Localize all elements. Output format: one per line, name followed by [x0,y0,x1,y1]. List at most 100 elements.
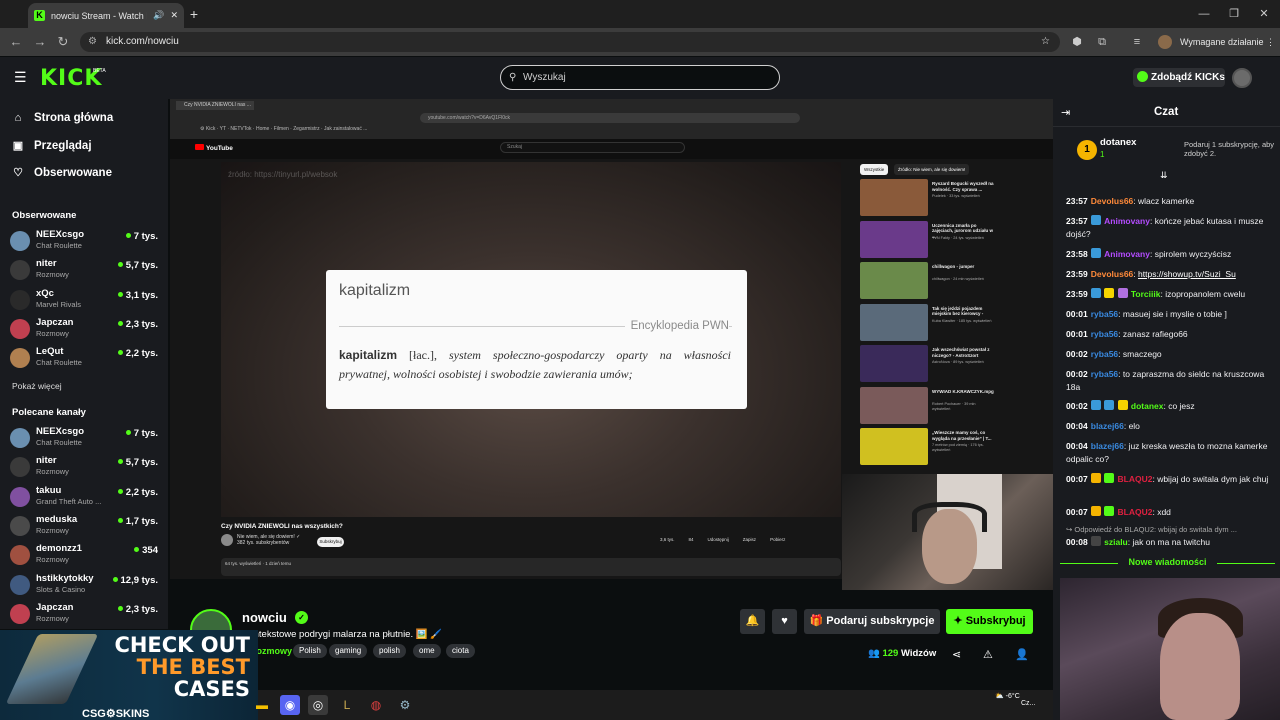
league-icon[interactable]: L [337,695,357,715]
chat-username[interactable]: ryba56 [1091,329,1118,339]
chat-username[interactable]: szialu [1104,537,1128,547]
forward-icon[interactable]: → [32,34,48,50]
file-explorer-icon[interactable]: ▬ [252,695,272,715]
chrome-icon[interactable]: ◎ [308,695,328,715]
channel-item[interactable]: niter Rozmowy 5,7 tys. [10,454,162,482]
chat-username[interactable]: BLAQU2 [1118,474,1153,484]
channel-item-viewers: 12,9 tys. [112,575,158,586]
chat-username[interactable]: ryba56 [1091,309,1118,319]
audio-icon[interactable]: 🔊 [153,10,164,21]
tag[interactable]: polish [373,644,406,658]
action-required-button[interactable]: Wymagane działanie ⋮ [1180,33,1275,51]
nav-following[interactable]: ♡ Obserwowane [12,166,112,180]
browser-tab[interactable]: K nowciu Stream - Watch Live 🔊 ✕ [28,3,184,28]
weather-tray[interactable]: ⛅ -6°C Cz... [995,692,1055,718]
channel-item-category: Rozmowy [36,328,69,338]
channel-item[interactable]: NEEXcsgo Chat Roulette 7 tys. [10,228,162,256]
channel-item-viewers: 354 [134,545,158,556]
badge-icon [1090,506,1101,516]
channel-avatar [10,289,30,310]
chat-username[interactable]: blazej66 [1091,421,1124,431]
gift-subs-button[interactable]: 🎁 Podaruj subskrypcje [804,609,940,634]
channel-item-viewers: 2,3 tys. [117,319,158,330]
channel-item[interactable]: hstikkytokky Slots & Casino 12,9 tys. [10,572,162,600]
get-kicks-button[interactable]: Zdobądź KICKs [1133,68,1225,87]
channel-item[interactable]: LeQut Chat Roulette 2,2 tys. [10,345,162,373]
channel-name[interactable]: nowciu [242,610,287,625]
channel-item[interactable]: xQc Marvel Rivals 3,1 tys. [10,287,162,315]
related-title: Jak wszechświat powstał z niczego? - Ast… [932,347,990,358]
channel-item[interactable]: NEEXcsgo Chat Roulette 7 tys. [10,425,162,453]
nav-home[interactable]: ⌂ Strona główna [12,112,114,124]
sponsor-ad[interactable]: CHECK OUT THE BEST CASES CSG⚙SKINS [0,630,258,720]
channel-item[interactable]: niter Rozmowy 5,7 tys. [10,257,162,285]
site-info-icon[interactable]: ⚙ [88,32,97,52]
new-messages-divider[interactable]: Nowe wiadomości [1060,557,1275,569]
channel-item[interactable]: demonzz1 Rozmowy 354 [10,542,162,570]
menu-icon[interactable]: ☰ [14,70,28,84]
youtube-search: Szukaj [500,142,685,153]
maximize-icon[interactable]: ❐ [1226,6,1242,22]
notification-bell-icon[interactable]: 🔔 [740,609,765,634]
channel-item[interactable]: Japczan Rozmowy 2,3 tys. [10,601,162,629]
gift-leaderboard[interactable]: 1 dotanex 1 Podaruj 1 subskrypcję, aby z… [1060,134,1280,168]
badge-icon [1104,288,1115,298]
tag[interactable]: ciota [446,644,475,658]
chat-username[interactable]: Animovany [1104,216,1150,226]
related-thumbnail [860,428,928,465]
extension-icon[interactable]: ⬢ [1069,34,1085,50]
chat-username[interactable]: Devolus66 [1091,269,1134,279]
media-controls-icon[interactable]: ≡ [1129,34,1145,50]
weather-icon: ⛅ [995,693,1006,700]
chat-username[interactable]: Torciiik [1131,289,1161,299]
chat-username[interactable]: ryba56 [1091,369,1118,379]
user-manage-icon[interactable]: 👤 [1015,648,1029,661]
chat-username[interactable]: dotanex [1131,401,1164,411]
back-icon[interactable]: ← [8,34,24,50]
channel-item-category: Rozmowy [36,555,69,565]
tag[interactable]: gaming [329,644,368,658]
new-tab-icon[interactable]: + [186,6,202,22]
chat-message: 00:08 szialu: jak on ma na twitchu [1066,536,1210,547]
report-icon[interactable]: ⚠ [983,648,993,661]
youtube-related-item: Jak wszechświat powstał z niczego? - Ast… [860,345,1000,382]
tab-close-icon[interactable]: ✕ [170,10,178,21]
chat-link[interactable]: https://showup.tv/Suzi_Su [1138,269,1236,279]
channel-avatar [10,428,30,448]
pinned-expand-icon[interactable]: ⇊ [1160,170,1168,181]
search-input[interactable]: ⚲ Wyszukaj [500,65,780,90]
follow-heart-icon[interactable]: ♥ [772,609,797,634]
extensions-puzzle-icon[interactable]: ⧉ [1094,34,1110,50]
channel-item-viewers: 2,3 tys. [117,604,158,615]
obs-icon[interactable]: ◍ [366,695,386,715]
channel-item[interactable]: Japczan Rozmowy 2,3 tys. [10,316,162,344]
chat-username[interactable]: blazej66 [1091,441,1124,451]
channel-item[interactable]: meduska Rozmowy 1,7 tys. [10,513,162,541]
close-window-icon[interactable]: ✕ [1256,6,1272,22]
nav-browse[interactable]: ▣ Przeglądaj [12,139,92,153]
weather-desc: Cz... [1021,700,1036,707]
address-bar[interactable]: ⚙ kick.com/nowciu ☆ [80,32,1060,52]
minimize-icon[interactable]: — [1196,6,1212,22]
chat-username[interactable]: BLAQU2 [1118,507,1153,517]
steam-icon[interactable]: ⚙ [395,695,415,715]
weather-temp: -6°C [1005,693,1020,700]
discord-icon[interactable]: ◉ [280,695,300,715]
collapse-chat-icon[interactable]: ⇥ [1061,106,1070,119]
user-avatar[interactable] [1232,68,1252,88]
channel-item[interactable]: takuu Grand Theft Auto ... 2,2 tys. [10,484,162,512]
subscribe-button[interactable]: ✦ Subskrybuj [946,609,1033,634]
profile-avatar[interactable] [1158,35,1172,49]
encyclopedia-term: kapitalizm [339,282,411,299]
live-dot-icon [134,547,140,553]
channel-item-category: Chat Roulette [36,358,82,368]
chat-username[interactable]: Devolus66 [1091,196,1134,206]
reload-icon[interactable]: ↻ [55,34,71,50]
bookmark-star-icon[interactable]: ☆ [1041,32,1050,52]
share-icon[interactable]: ⋖ [952,648,961,661]
tag[interactable]: Polish [293,644,327,658]
chat-username[interactable]: ryba56 [1091,349,1118,359]
show-more-link[interactable]: Pokaż więcej [12,381,62,391]
tag[interactable]: ome [413,644,441,658]
chat-username[interactable]: Animovany [1104,249,1150,259]
